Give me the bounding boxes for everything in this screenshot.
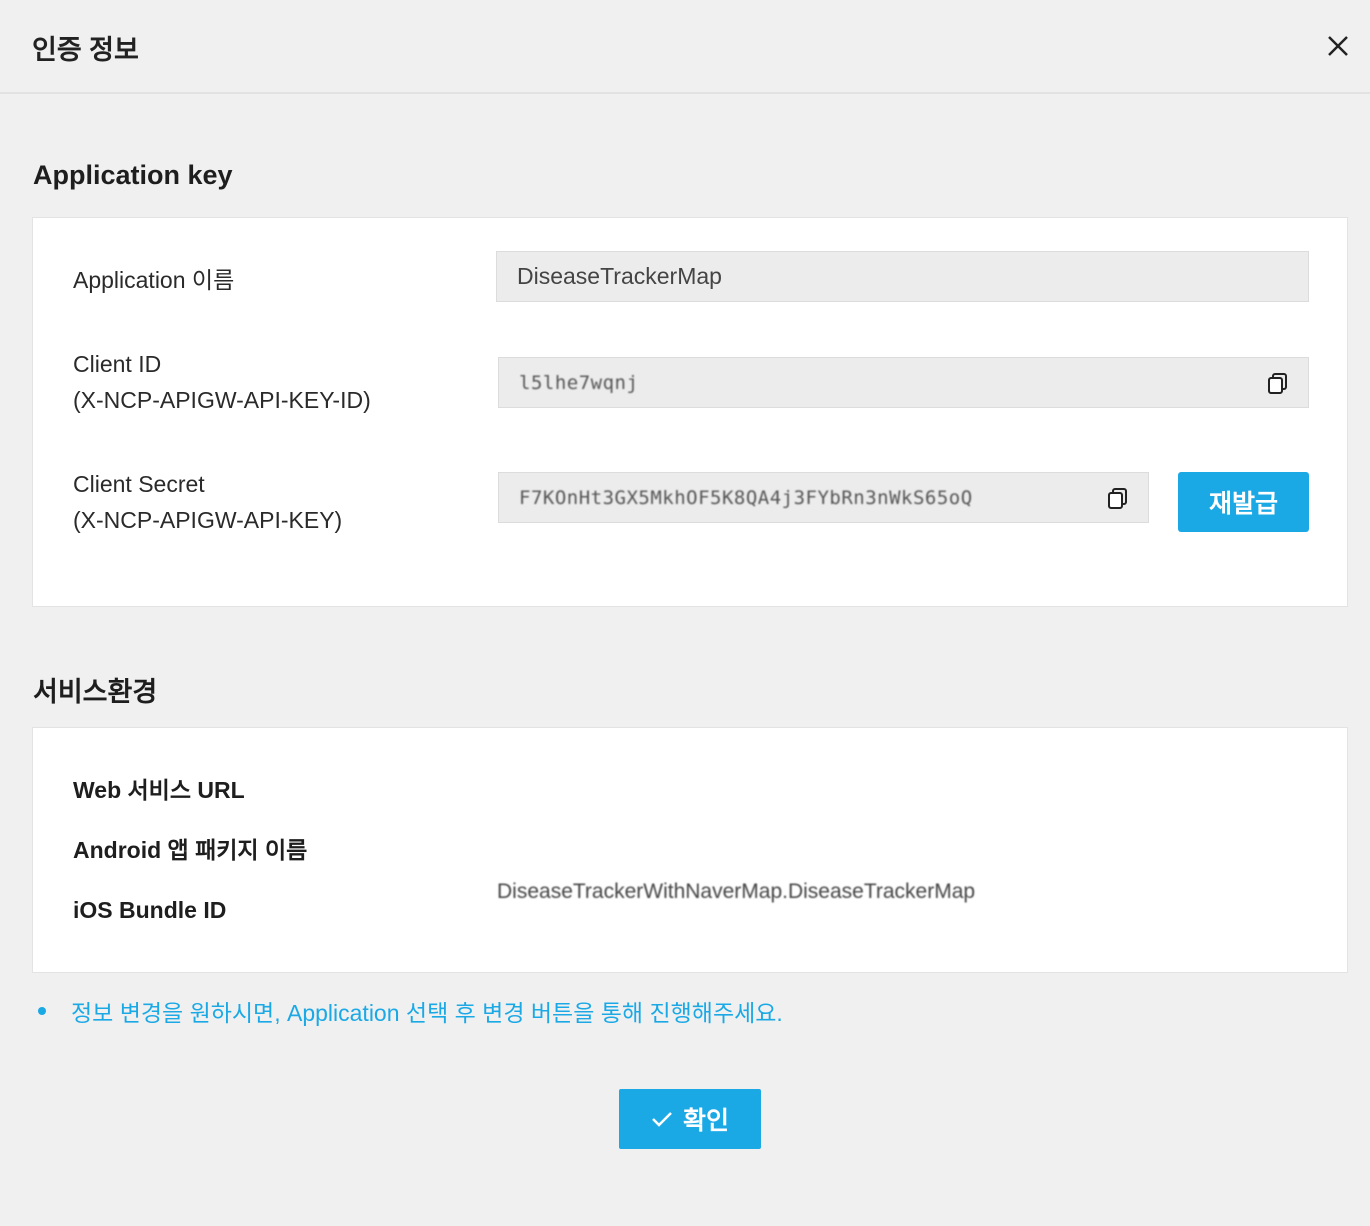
app-key-section-title: Application key bbox=[33, 160, 233, 190]
ios-bundle-value: DiseaseTrackerWithNaverMap.DiseaseTracke… bbox=[497, 880, 976, 903]
app-name-value: DiseaseTrackerMap bbox=[517, 263, 722, 289]
client-id-label-line1: Client ID bbox=[73, 351, 162, 377]
client-id-field[interactable]: l5lhe7wqnj bbox=[498, 357, 1309, 408]
service-section-title: 서비스환경 bbox=[33, 677, 158, 707]
app-key-card: Application 이름 DiseaseTrackerMap Client … bbox=[32, 217, 1348, 607]
client-secret-label: Client Secret (X-NCP-APIGW-API-KEY) bbox=[73, 466, 342, 538]
close-icon bbox=[1328, 36, 1348, 56]
dialog-title: 인증 정보 bbox=[32, 35, 139, 65]
web-url-label: Web 서비스 URL bbox=[73, 777, 245, 803]
copy-icon bbox=[1268, 373, 1287, 394]
service-card: Web 서비스 URL Android 앱 패키지 이름 iOS Bundle … bbox=[32, 727, 1348, 973]
client-secret-label-line1: Client Secret bbox=[73, 471, 205, 497]
client-secret-field[interactable]: F7KOnHt3GX5MkhOF5K8QA4j3FYbRn3nWkS65oQ bbox=[498, 472, 1149, 523]
client-id-label-line2: (X-NCP-APIGW-API-KEY-ID) bbox=[73, 387, 371, 413]
app-name-label: Application 이름 bbox=[73, 267, 235, 293]
android-package-label: Android 앱 패키지 이름 bbox=[73, 837, 308, 863]
client-id-label: Client ID (X-NCP-APIGW-API-KEY-ID) bbox=[73, 346, 371, 418]
copy-icon bbox=[1108, 488, 1127, 509]
confirm-button[interactable]: 확인 bbox=[619, 1089, 761, 1149]
info-note-text: 정보 변경을 원하시면, Application 선택 후 변경 버튼을 통해 … bbox=[71, 1000, 783, 1026]
app-name-field: DiseaseTrackerMap bbox=[496, 251, 1309, 302]
ios-bundle-label: iOS Bundle ID bbox=[73, 897, 227, 923]
client-id-value: l5lhe7wqnj bbox=[519, 371, 639, 394]
copy-client-secret-button[interactable] bbox=[1105, 485, 1131, 511]
close-button[interactable] bbox=[1320, 28, 1356, 64]
check-icon bbox=[652, 1112, 672, 1127]
copy-client-id-button[interactable] bbox=[1265, 370, 1291, 396]
bullet-icon bbox=[38, 1007, 46, 1015]
confirm-label: 확인 bbox=[682, 1107, 729, 1135]
client-secret-value: F7KOnHt3GX5MkhOF5K8QA4j3FYbRn3nWkS65oQ bbox=[519, 486, 973, 509]
reissue-button[interactable]: 재발급 bbox=[1178, 472, 1309, 532]
dialog-header: 인증 정보 bbox=[0, 0, 1370, 94]
info-note: 정보 변경을 원하시면, Application 선택 후 변경 버튼을 통해 … bbox=[38, 994, 783, 1028]
client-secret-label-line2: (X-NCP-APIGW-API-KEY) bbox=[73, 507, 343, 533]
